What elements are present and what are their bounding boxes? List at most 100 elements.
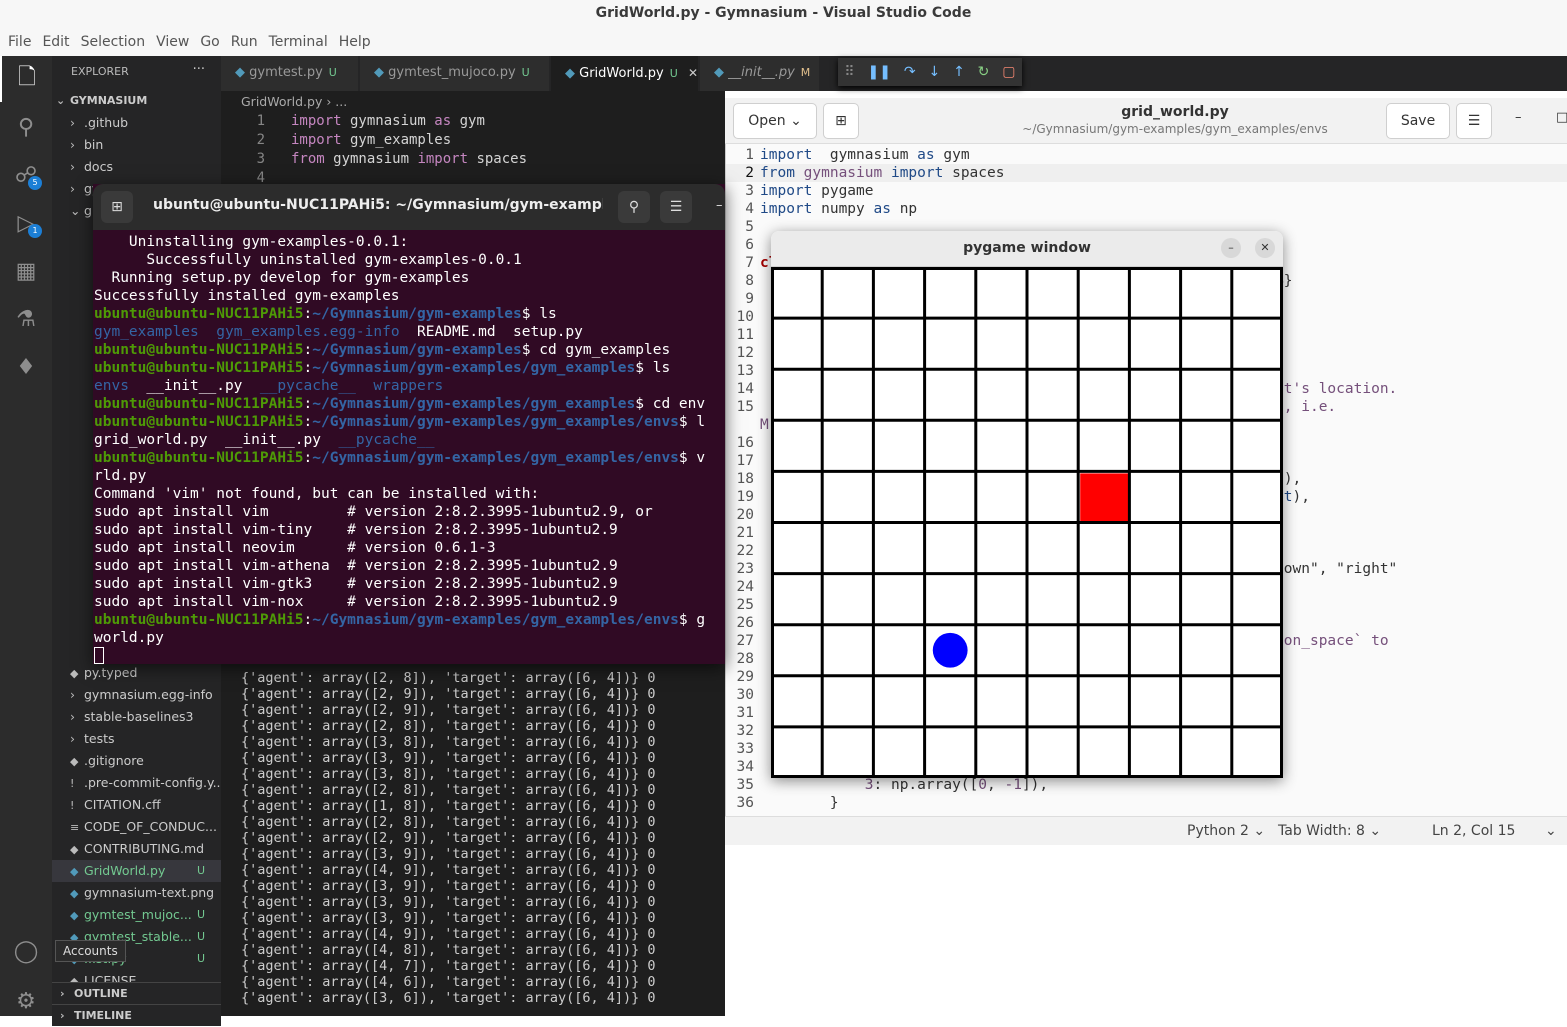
tree-folder[interactable]: › docs	[52, 156, 221, 178]
tree-item[interactable]: ! CITATION.cff	[52, 794, 221, 816]
tree-item-label: bin	[84, 137, 104, 152]
terminal-line: Successfully installed gym-examples	[94, 288, 400, 304]
close-tab-icon[interactable]: ✕	[688, 66, 698, 80]
tree-folder[interactable]: › bin	[52, 134, 221, 156]
maximize-icon[interactable]: □	[1556, 110, 1567, 125]
terminal-cursor	[94, 647, 104, 664]
step-out-icon[interactable]: ↑	[953, 64, 965, 80]
stop-icon[interactable]: ▢	[1002, 64, 1015, 80]
tab-width-selector[interactable]: Tab Width: 8 ⌄	[1278, 823, 1381, 839]
python-icon[interactable]: ♦	[0, 344, 52, 390]
new-terminal-tab-icon[interactable]: ⊞	[101, 191, 133, 223]
terminal-title: ubuntu@ubuntu-NUC11PAHi5: ~/Gymnasium/gy…	[153, 197, 603, 213]
step-into-icon[interactable]: ↓	[928, 64, 940, 80]
code-line: 1 import gymnasium as gym	[256, 113, 485, 129]
search-icon[interactable]: ⚲	[0, 104, 52, 150]
cursor-position[interactable]: Ln 2, Col 15	[1432, 823, 1515, 839]
run-debug-icon[interactable]: ▷ 1	[0, 200, 52, 246]
pause-icon[interactable]: ❚❚	[868, 64, 891, 80]
target-square	[1080, 473, 1129, 522]
menu-help[interactable]: Help	[339, 34, 371, 50]
explorer-icon[interactable]: 🗋	[0, 56, 52, 102]
terminal-line: envs __init__.py __pycache__ wrappers	[94, 378, 444, 394]
tree-item-label: CITATION.cff	[84, 797, 161, 812]
terminal-line: sudo apt install vim-tiny # version 2:8.…	[94, 522, 618, 538]
git-status: U	[196, 952, 205, 965]
tree-item[interactable]: ! .pre-commit-config.y...	[52, 772, 221, 794]
terminal-line: sudo apt install neovim # version 0.6.1-…	[94, 540, 496, 556]
tree-item[interactable]: ≡ CODE_OF_CONDUC...	[52, 816, 221, 838]
file-icon: ≡	[70, 821, 80, 834]
workspace-root[interactable]: ⌄ GYMNASIUM	[52, 90, 221, 112]
tree-item[interactable]: ◆ CONTRIBUTING.md	[52, 838, 221, 860]
minimize-icon[interactable]: –	[716, 198, 723, 213]
menu-view[interactable]: View	[156, 34, 189, 50]
menu-selection[interactable]: Selection	[81, 34, 146, 50]
file-icon: ◆	[70, 843, 79, 856]
tab-gymtest-mujoco[interactable]: ◆ gymtest_mujoco.py U	[360, 56, 550, 91]
window-title: GridWorld.py - Gymnasium - Visual Studio…	[0, 0, 1567, 28]
tree-item-label: CONTRIBUTING.md	[84, 841, 205, 856]
drag-handle-icon[interactable]: ⠿	[844, 64, 854, 80]
restart-icon[interactable]: ↻	[978, 64, 990, 80]
tree-item[interactable]: ◆ gymnasium-text.png	[52, 882, 221, 904]
minimize-icon[interactable]: –	[1515, 110, 1522, 125]
terminal-line: gym_examples gym_examples.egg-info READM…	[94, 324, 583, 340]
accounts-icon[interactable]: ◯	[0, 928, 52, 974]
tree-folder[interactable]: › .github	[52, 112, 221, 134]
menu-run[interactable]: Run	[231, 34, 258, 50]
language-selector[interactable]: Python 2 ⌄	[1187, 823, 1265, 839]
timeline-section[interactable]: › TIMELINE	[52, 1004, 221, 1026]
menu-edit[interactable]: Edit	[42, 34, 69, 50]
chevron-down-icon[interactable]: ⌄	[1545, 823, 1557, 839]
gedit-file-title: grid_world.py	[1121, 104, 1229, 120]
tree-item[interactable]: › gymnasium.egg-info	[52, 684, 221, 706]
terminal-line: rld.py	[94, 468, 147, 484]
file-icon: ◆	[70, 667, 79, 680]
code-line: 2 import gym_examples	[256, 132, 452, 148]
breadcrumb[interactable]: GridWorld.py › ...	[221, 91, 725, 113]
terminal-line: ubuntu@ubuntu-NUC11PAHi5:~/Gymnasium/gym…	[94, 306, 557, 322]
settings-gear-icon[interactable]: ⚙	[0, 978, 52, 1024]
hamburger-menu-icon[interactable]: ☰	[1456, 103, 1492, 139]
terminal-line: sudo apt install vim-athena # version 2:…	[94, 558, 618, 574]
tree-item[interactable]: › tests	[52, 728, 221, 750]
extensions-icon[interactable]: ▦	[0, 248, 52, 294]
menu-file[interactable]: File	[8, 34, 31, 50]
outline-section[interactable]: › OUTLINE	[52, 982, 221, 1004]
file-icon: ◆	[70, 887, 79, 900]
step-over-icon[interactable]: ↷	[904, 64, 916, 80]
search-icon[interactable]: ⚲	[618, 191, 650, 223]
close-icon[interactable]: ✕	[1255, 238, 1275, 258]
open-button[interactable]: Open ⌄	[733, 103, 817, 139]
tree-item[interactable]: ◆ .gitignore	[52, 750, 221, 772]
source-control-icon[interactable]: ☍ 5	[0, 152, 52, 198]
debug-output-line: {'agent': array([3, 8]), 'target': array…	[241, 734, 656, 750]
menu-terminal[interactable]: Terminal	[269, 34, 328, 50]
debug-output-line: {'agent': array([3, 6]), 'target': array…	[241, 990, 656, 1006]
tree-item[interactable]: ◆ gymtest_mujoc... U	[52, 904, 221, 926]
tree-item[interactable]: › stable-baselines3	[52, 706, 221, 728]
new-tab-icon[interactable]: ⊞	[823, 103, 859, 139]
agent-circle	[932, 632, 968, 668]
tab-gymtest[interactable]: ◆ gymtest.py U	[221, 56, 359, 91]
minimize-icon[interactable]: –	[1221, 238, 1241, 258]
tab-gridworld[interactable]: ◆ GridWorld.py U ✕	[551, 56, 699, 91]
tree-item[interactable]: ◆ py.typed	[52, 662, 221, 684]
save-button[interactable]: Save	[1386, 103, 1450, 139]
debug-output-line: {'agent': array([3, 9]), 'target': array…	[241, 894, 656, 910]
code-line: 3 from gymnasium import spaces	[256, 151, 528, 167]
terminal-line: ubuntu@ubuntu-NUC11PAHi5:~/Gymnasium/gym…	[94, 342, 671, 358]
testing-icon[interactable]: ⚗	[0, 296, 52, 342]
menu-go[interactable]: Go	[200, 34, 219, 50]
gedit-code-line: 35 3: np.array([0, -1]),	[736, 777, 1049, 793]
file-icon: !	[70, 799, 75, 812]
tab-init[interactable]: ◆ __init__.py M	[700, 56, 820, 91]
terminal-line: Uninstalling gym-examples-0.0.1:	[94, 234, 409, 250]
tree-item-label: tests	[84, 731, 115, 746]
debug-output-line: {'agent': array([2, 8]), 'target': array…	[241, 718, 656, 734]
more-actions-icon[interactable]: ···	[193, 62, 205, 77]
tree-item-label: GridWorld.py	[84, 863, 166, 878]
tree-item[interactable]: ◆ GridWorld.py U	[52, 860, 221, 882]
terminal-menu-icon[interactable]: ☰	[660, 191, 692, 223]
